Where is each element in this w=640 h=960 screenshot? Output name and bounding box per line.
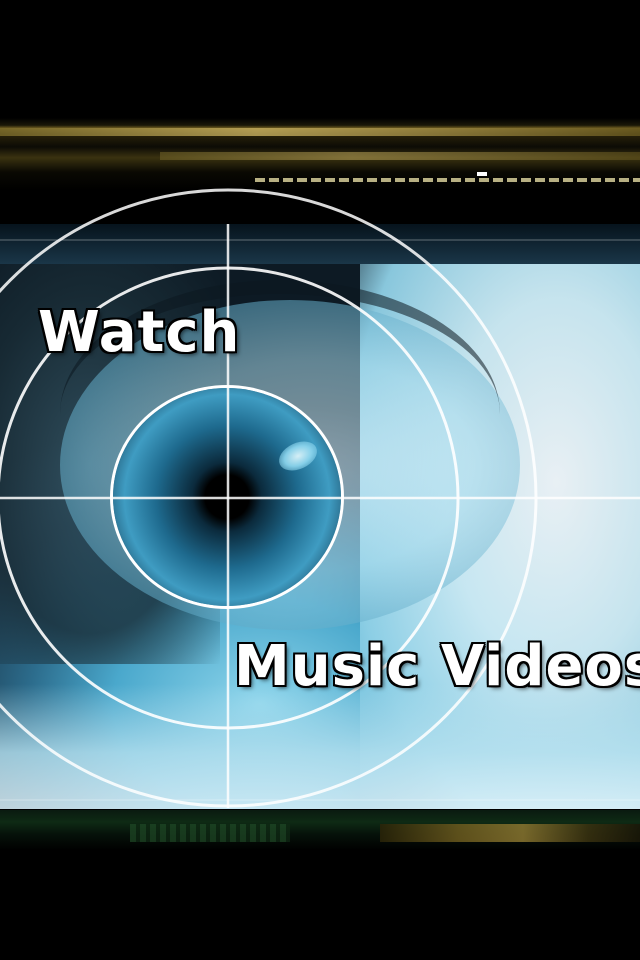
- bottom-gold-stripe: [380, 824, 640, 842]
- bottom-decorative-band: [0, 810, 640, 850]
- splash-screen: Watch Music Videos: [0, 0, 640, 960]
- top-gold-stripe-secondary: [160, 152, 640, 160]
- panel-top-shadow: [0, 224, 640, 264]
- iris-glint: [274, 435, 322, 477]
- progress-dash-marker: [477, 172, 487, 176]
- top-gold-stripe: [0, 128, 640, 136]
- progress-dash-line: [255, 178, 640, 182]
- panel-bottom-light: [0, 684, 640, 809]
- eye-iris: [113, 388, 341, 606]
- headline-music-videos: Music Videos: [234, 634, 640, 699]
- headline-watch: Watch: [38, 300, 241, 365]
- bottom-green-stripe: [130, 824, 290, 842]
